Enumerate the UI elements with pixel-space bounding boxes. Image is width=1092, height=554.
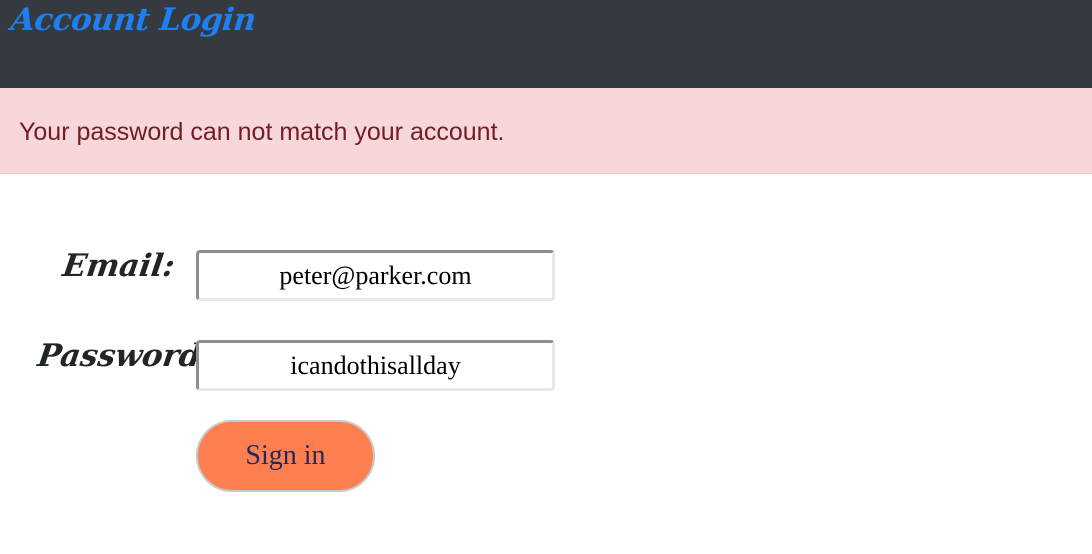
password-label: Password: xyxy=(35,338,215,374)
sign-in-button[interactable]: Sign in xyxy=(196,420,375,492)
page-title: Account Login xyxy=(9,2,258,38)
alert-message: Your password can not match your account… xyxy=(19,118,505,146)
email-field[interactable] xyxy=(196,250,555,301)
password-field[interactable] xyxy=(196,340,555,391)
email-label: Email: xyxy=(60,248,178,284)
error-alert: Your password can not match your account… xyxy=(0,88,1092,174)
header-bar: Account Login xyxy=(0,0,1092,88)
